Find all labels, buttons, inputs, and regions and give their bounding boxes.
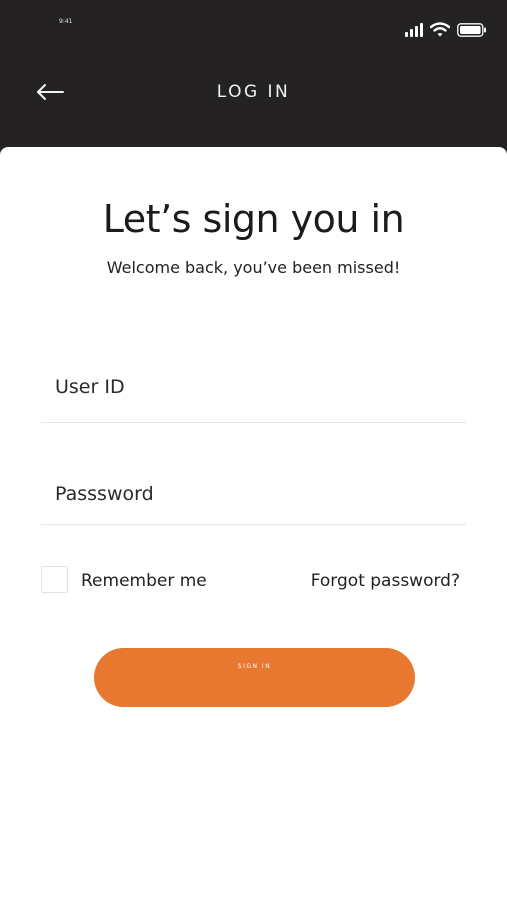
status-bar: 9:41 [0, 0, 507, 60]
remember-row: Remember me Forgot password? [41, 566, 466, 594]
user-id-input[interactable] [41, 367, 466, 407]
remember-me-label[interactable]: Remember me [81, 571, 207, 591]
sign-in-button[interactable]: SIGN IN [94, 648, 415, 707]
status-icons [405, 22, 487, 37]
nav-bar: LOG IN [0, 60, 507, 124]
page-subtitle: Welcome back, you’ve been missed! [106, 258, 401, 277]
password-input[interactable] [41, 474, 466, 514]
signal-icon [405, 22, 423, 37]
user-id-field [41, 363, 466, 423]
wifi-icon [430, 22, 450, 37]
page-title: Let’s sign you in [102, 197, 405, 241]
status-time: 9:41 [59, 18, 73, 25]
remember-me-checkbox[interactable] [41, 566, 68, 593]
password-field [41, 474, 466, 525]
login-card: Let’s sign you in Welcome back, you’ve b… [0, 147, 507, 900]
forgot-password-link[interactable]: Forgot password? [311, 571, 460, 591]
battery-icon [457, 22, 487, 37]
nav-title: LOG IN [216, 82, 291, 102]
